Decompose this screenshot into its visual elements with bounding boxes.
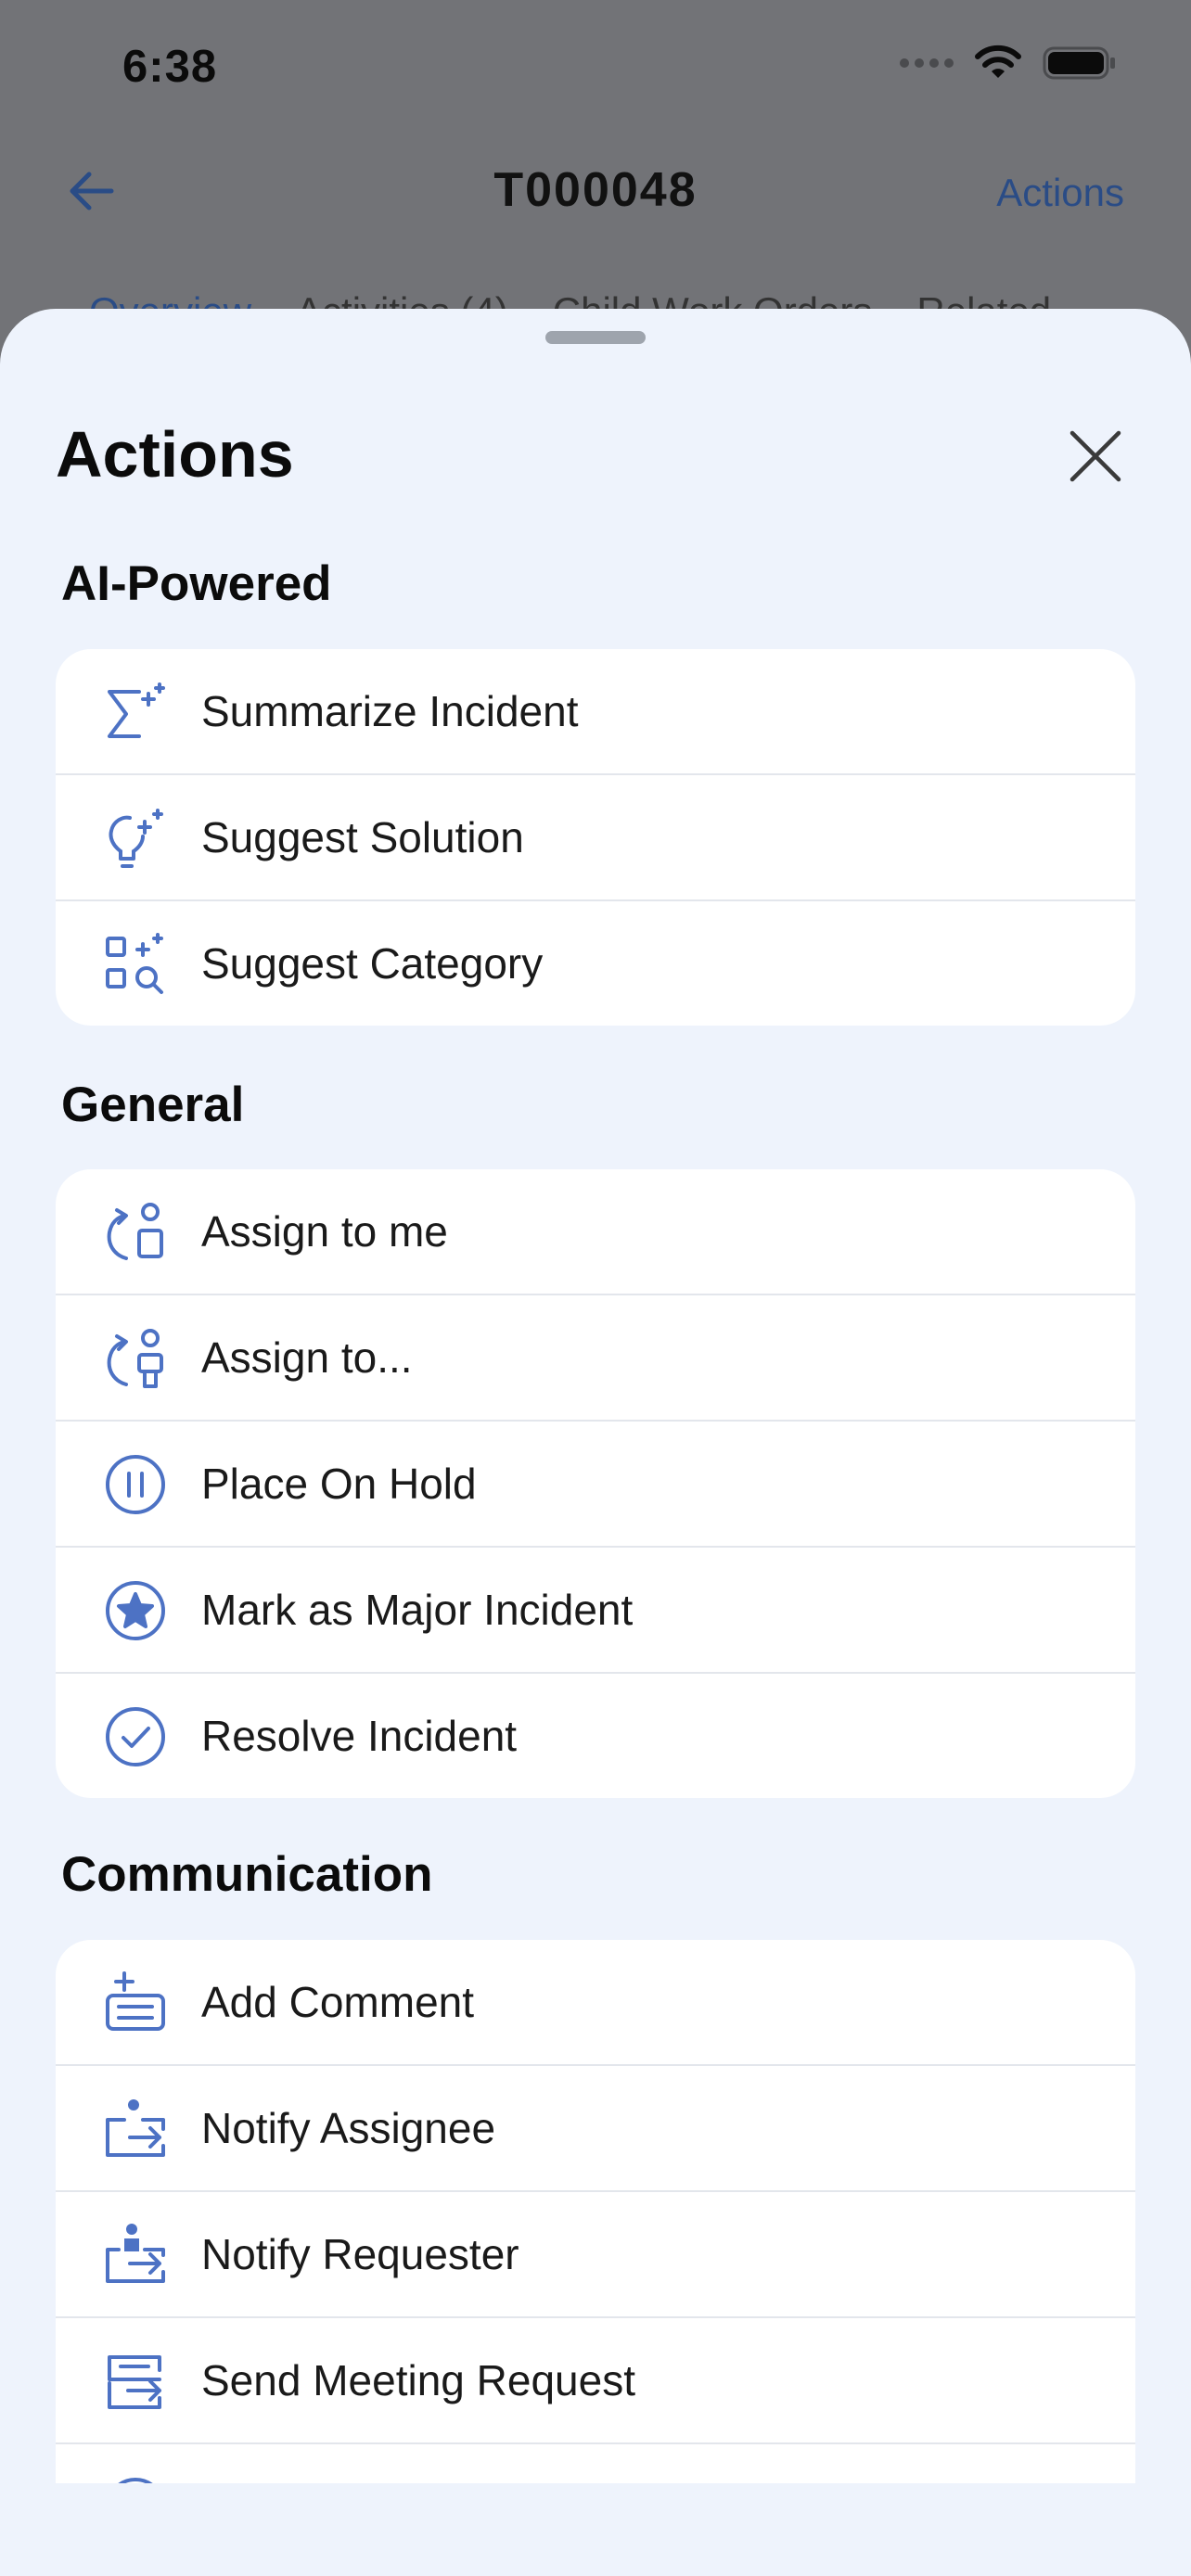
action-label: Add Comment bbox=[201, 1978, 475, 2026]
action-label: Notify Requester bbox=[201, 2230, 519, 2278]
action-label: Notify Assignee bbox=[201, 2104, 496, 2152]
pause-circle-icon bbox=[106, 1455, 165, 1514]
action-place-on-hold[interactable]: Place On Hold bbox=[56, 1422, 1135, 1548]
section-title-general: General bbox=[61, 1078, 245, 1132]
section-title-ai-powered: AI-Powered bbox=[61, 556, 332, 611]
action-suggest-category[interactable]: Suggest Category bbox=[56, 901, 1135, 1026]
category-search-sparkle-icon bbox=[106, 933, 163, 994]
action-notify-assignee[interactable]: Notify Assignee bbox=[56, 2066, 1135, 2192]
action-suggest-solution[interactable]: Suggest Solution bbox=[56, 775, 1135, 901]
action-add-comment[interactable]: Add Comment bbox=[56, 1940, 1135, 2066]
action-label: Assign to me bbox=[201, 1207, 448, 1256]
circle-icon bbox=[118, 2478, 153, 2483]
action-label: Suggest Solution bbox=[201, 813, 524, 861]
assign-me-icon bbox=[107, 1203, 163, 1260]
actions-sheet: Actions AI-Powered Summarize Incident Su… bbox=[0, 309, 1191, 2576]
nav-actions-button[interactable]: Actions bbox=[996, 171, 1124, 215]
add-comment-icon bbox=[106, 1971, 165, 2031]
action-assign-to-me[interactable]: Assign to me bbox=[56, 1169, 1135, 1295]
action-resolve-incident[interactable]: Resolve Incident bbox=[56, 1674, 1135, 1798]
wifi-icon bbox=[975, 45, 1021, 78]
assign-to-icon bbox=[107, 1329, 163, 1388]
sigma-sparkle-icon bbox=[108, 682, 165, 738]
action-notify-requester[interactable]: Notify Requester bbox=[56, 2192, 1135, 2318]
check-circle-icon bbox=[106, 1707, 165, 1766]
sheet-grabber[interactable] bbox=[545, 331, 646, 344]
action-summarize-incident[interactable]: Summarize Incident bbox=[56, 649, 1135, 775]
sheet-title: Actions bbox=[56, 418, 294, 491]
communication-actions-list: Add Comment Notify Assignee Notify Reque… bbox=[56, 1940, 1135, 2483]
action-label: Suggest Category bbox=[201, 939, 544, 988]
action-send-meeting-request[interactable]: Send Meeting Request bbox=[56, 2318, 1135, 2444]
status-icons bbox=[900, 45, 1117, 82]
lightbulb-sparkle-icon bbox=[109, 809, 163, 868]
general-actions-list: Assign to me Assign to... Place On Hold bbox=[56, 1169, 1135, 1798]
action-mark-major-incident[interactable]: Mark as Major Incident bbox=[56, 1548, 1135, 1674]
notify-assignee-icon bbox=[106, 2099, 165, 2157]
battery-icon bbox=[1043, 46, 1115, 80]
cellular-signal-icon bbox=[900, 58, 954, 68]
star-circle-icon bbox=[106, 1581, 165, 1640]
meeting-request-icon bbox=[108, 2355, 161, 2409]
action-assign-to[interactable]: Assign to... bbox=[56, 1295, 1135, 1422]
action-label: Resolve Incident bbox=[201, 1712, 518, 1760]
action-label: Send Meeting Request bbox=[201, 2356, 635, 2404]
section-title-communication: Communication bbox=[61, 1847, 433, 1902]
status-time: 6:38 bbox=[122, 42, 218, 92]
action-label: Mark as Major Incident bbox=[201, 1586, 634, 1634]
close-icon[interactable] bbox=[1067, 427, 1124, 485]
action-label: Summarize Incident bbox=[201, 687, 579, 735]
action-next-partial[interactable] bbox=[56, 2444, 1135, 2483]
action-label: Assign to... bbox=[201, 1333, 413, 1382]
notify-requester-icon bbox=[106, 2224, 165, 2283]
action-label: Place On Hold bbox=[201, 1460, 477, 1508]
ai-powered-actions-list: Summarize Incident Suggest Solution Sugg… bbox=[56, 649, 1135, 1026]
